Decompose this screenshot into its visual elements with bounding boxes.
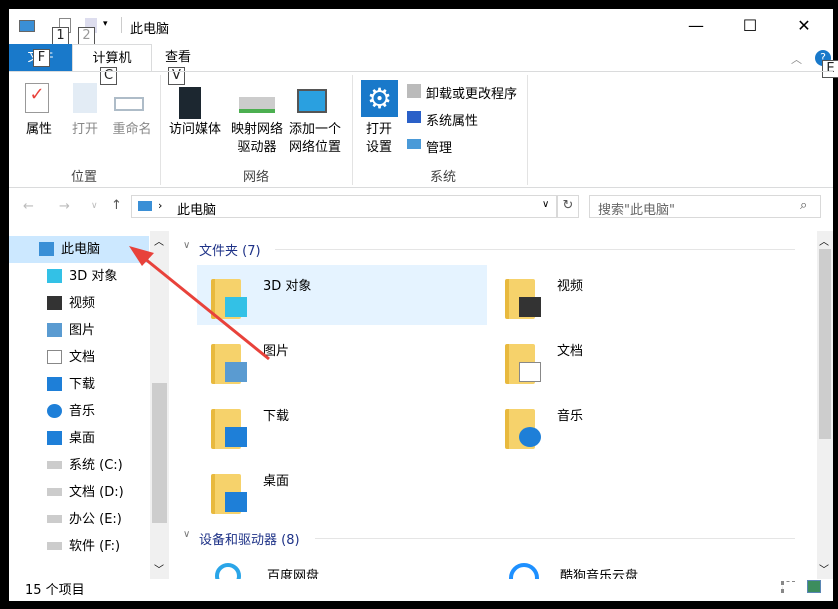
explorer-window: 1 2 ▾ 此电脑 — ☐ ✕ 文件 F 计算机 C 查看 V ︿ ? E ✓ …: [9, 9, 838, 601]
red-arrow-annotation: [129, 246, 270, 361]
arrow-shaft: [138, 252, 270, 361]
